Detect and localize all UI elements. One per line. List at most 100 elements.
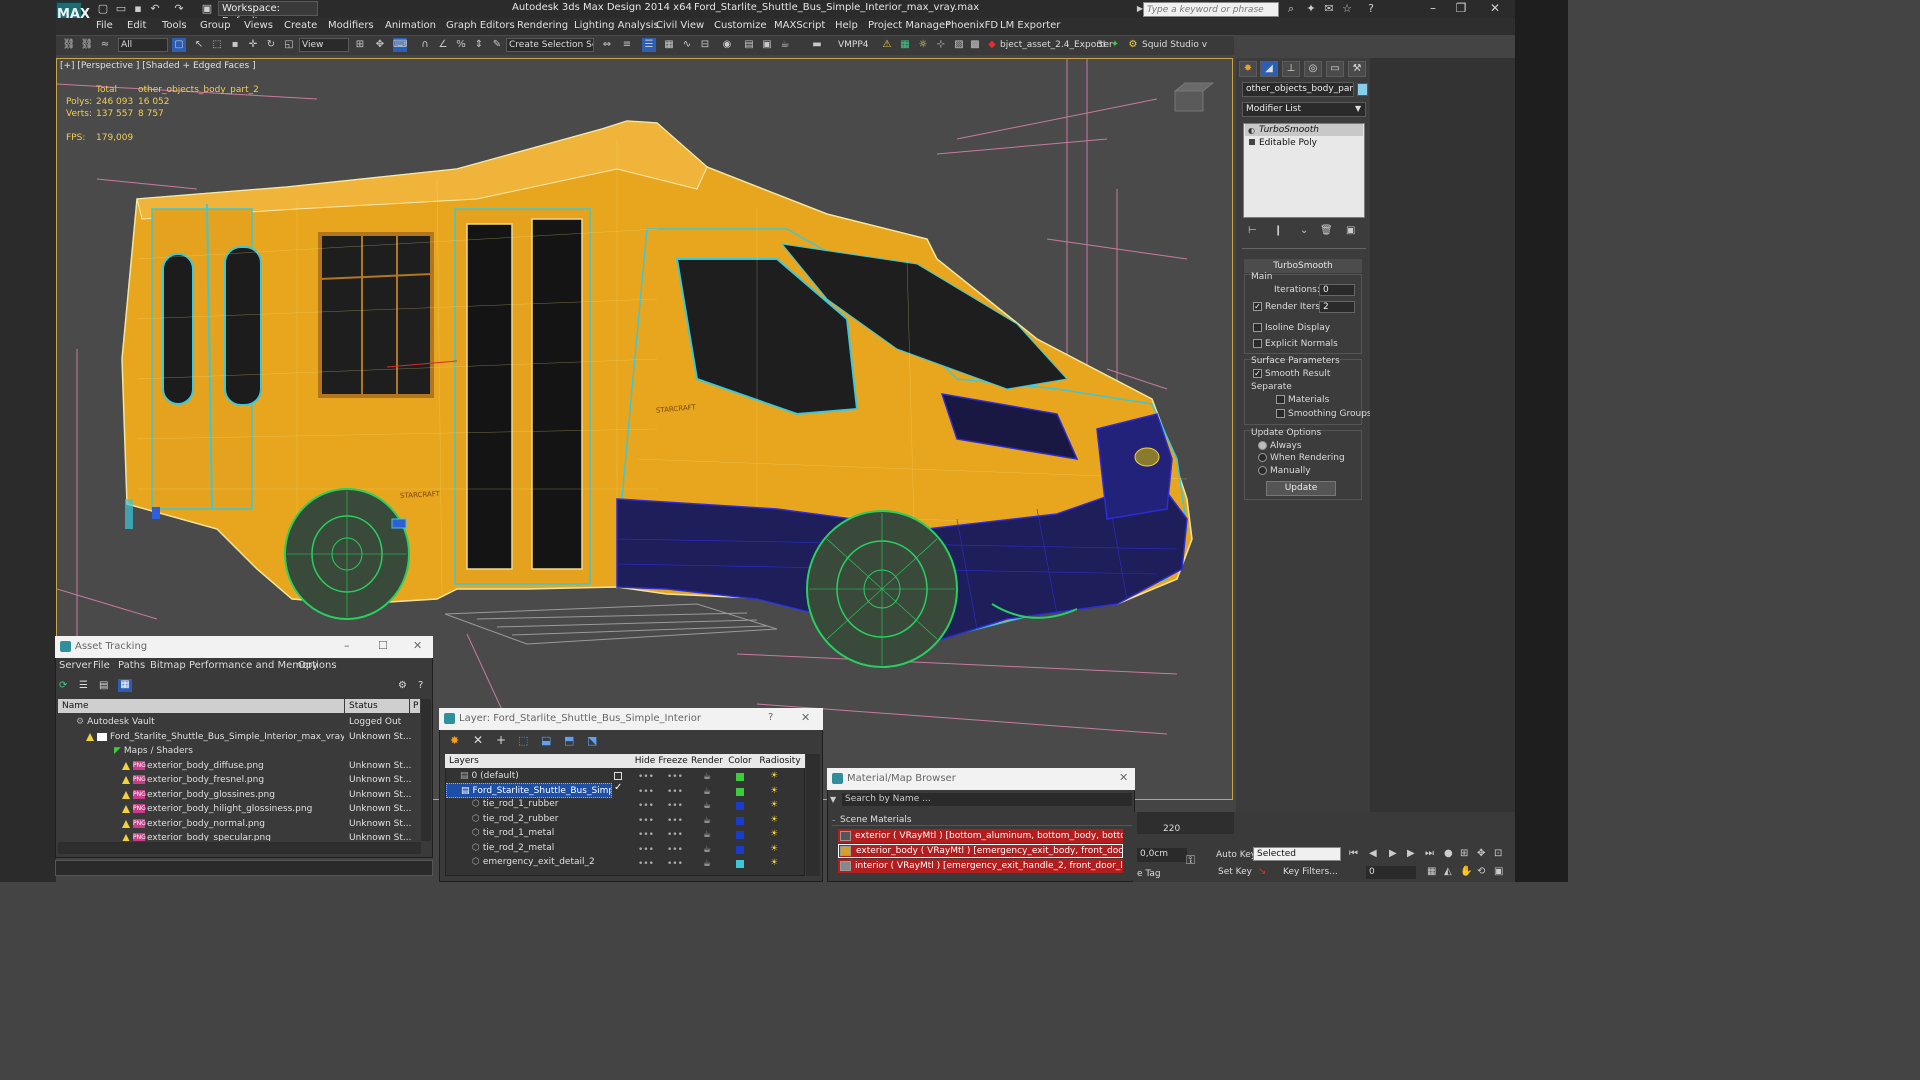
vray-icon[interactable]: ▬ [810, 38, 824, 52]
warning-icon[interactable]: ⚠ [880, 38, 894, 52]
save-icon[interactable]: ▪ [131, 2, 145, 15]
project-folder-icon[interactable]: ▣ [200, 2, 214, 15]
asset-close-icon[interactable]: ✕ [413, 639, 422, 652]
fov-icon[interactable]: ◭ [1444, 866, 1452, 877]
active-layer-icon[interactable] [614, 772, 622, 780]
render-teapot-icon[interactable]: ☕ [703, 830, 711, 840]
unlink-icon[interactable]: ⛓ [80, 38, 94, 52]
hide-toggle[interactable]: ••• [638, 772, 654, 782]
iterations-spinner[interactable]: 0 [1319, 284, 1355, 296]
radiosity-column-header[interactable]: Radiosity [755, 754, 805, 768]
search-input[interactable]: Type a keyword or phrase [1143, 2, 1279, 17]
help-icon[interactable]: ? [1364, 2, 1378, 15]
delete-layer-icon[interactable]: ✕ [473, 733, 483, 747]
render-icon[interactable]: ▨ [952, 38, 966, 52]
layer-color-swatch[interactable] [736, 846, 744, 854]
asset-row[interactable]: Ford_Starlite_Shuttle_Bus_Simple_Interio… [58, 730, 344, 745]
layer-close-icon[interactable]: ✕ [801, 711, 810, 724]
menu-modifiers[interactable]: Modifiers [328, 20, 374, 34]
column-p-header[interactable]: P [410, 699, 420, 713]
render-teapot-icon[interactable]: ☕ [703, 845, 711, 855]
rotate-icon[interactable]: ↻ [264, 38, 278, 52]
walk-icon[interactable]: ✋ [1460, 866, 1472, 877]
mirror-icon[interactable]: ⇔ [600, 38, 614, 52]
undo-icon[interactable]: ↶ [148, 2, 162, 15]
menu-views[interactable]: Views [244, 20, 273, 34]
radiosity-icon[interactable]: ☀ [770, 800, 778, 810]
menu-project-manager[interactable]: Project Manager [868, 20, 949, 34]
column-status-header[interactable]: Status [345, 699, 409, 713]
asset-menu-file[interactable]: File [93, 660, 110, 671]
add-time-tag[interactable]: e Tag [1137, 869, 1161, 879]
freeze-toggle[interactable]: ••• [667, 787, 683, 797]
binoculars-icon[interactable]: ⌕ [1284, 2, 1298, 15]
min-max-icon[interactable]: ▣ [1494, 866, 1503, 877]
asset-row[interactable]: PNGexterior_body_fresnel.png [58, 773, 344, 788]
snaps-toggle-icon[interactable]: ∩ [418, 38, 432, 52]
redo-icon[interactable]: ↷ [172, 2, 186, 15]
column-name-header[interactable]: Name [58, 699, 344, 713]
asset-row[interactable]: PNGexterior_body_specular.png [58, 831, 344, 841]
menu-edit[interactable]: Edit [127, 20, 146, 34]
modify-tab-icon[interactable]: ◢ [1260, 61, 1278, 77]
window-crossing-icon[interactable]: ▪ [228, 38, 242, 52]
expand-icon[interactable] [1249, 139, 1255, 145]
asset-menu-server[interactable]: Server [59, 660, 92, 671]
freeze-toggle[interactable]: ••• [667, 859, 683, 869]
manually-radio[interactable] [1258, 466, 1267, 475]
menu-animation[interactable]: Animation [385, 20, 436, 34]
layer-row[interactable]: ⬡ tie_rod_2_metal [446, 841, 631, 856]
freeze-toggle[interactable]: ••• [667, 772, 683, 782]
freeze-all-icon[interactable]: ⬔ [587, 734, 597, 747]
asset-tracking-title[interactable]: Asset Tracking [55, 636, 433, 658]
asset-minimize-icon[interactable]: – [344, 639, 350, 652]
render-teapot-icon[interactable]: ☕ [703, 772, 711, 782]
configure-sets-icon[interactable]: ▣ [1346, 225, 1355, 236]
menu-group[interactable]: Group [200, 20, 230, 34]
hide-toggle[interactable]: ••• [638, 830, 654, 840]
menu-file[interactable]: File [96, 20, 113, 34]
link-icon[interactable]: ⛓ [62, 38, 76, 52]
move-icon[interactable]: ✛ [246, 38, 260, 52]
utilities-tab-icon[interactable]: ⚒ [1348, 61, 1366, 77]
asset-maximize-icon[interactable]: ☐ [378, 639, 388, 652]
freeze-toggle[interactable]: ••• [667, 801, 683, 811]
hide-toggle[interactable]: ••• [638, 859, 654, 869]
hide-toggle[interactable]: ••• [638, 801, 654, 811]
create-layer-icon[interactable]: ✸ [450, 734, 459, 747]
display-tab-icon[interactable]: ▭ [1326, 61, 1344, 77]
asset-menu-paths[interactable]: Paths [118, 660, 145, 671]
set-key-mode-icon[interactable]: ↘ [1258, 866, 1266, 877]
layer-color-swatch[interactable] [736, 788, 744, 796]
layer-color-swatch[interactable] [736, 860, 744, 868]
scale-icon[interactable]: ◱ [282, 38, 296, 52]
menu-tools[interactable]: Tools [162, 20, 187, 34]
spinner-snap-icon[interactable]: ⇕ [472, 38, 486, 52]
reference-coordinate-dropdown[interactable]: View [299, 38, 349, 52]
radiosity-icon[interactable]: ☀ [770, 815, 778, 825]
coordinate-field[interactable]: 0,0cm [1137, 848, 1187, 862]
keyboard-shortcut-override-icon[interactable]: ⌨ [393, 38, 407, 52]
explicit-normals-checkbox[interactable] [1253, 339, 1262, 348]
viewport-label[interactable]: [+] [Perspective ] [Shaded + Edged Faces… [60, 61, 256, 71]
zoom-icon[interactable]: ⊞ [1460, 848, 1468, 859]
select-by-name-icon[interactable]: ↖ [192, 38, 206, 52]
favorites-icon[interactable]: ☆ [1340, 2, 1354, 15]
smoothing-groups-checkbox[interactable] [1276, 409, 1285, 418]
menu-civil-view[interactable]: Civil View [656, 20, 704, 34]
goto-start-icon[interactable]: ⏮ [1349, 848, 1358, 859]
modifier-list-arrow-icon[interactable]: ▼ [1355, 104, 1361, 113]
modifier-list-dropdown[interactable]: Modifier List [1242, 102, 1366, 117]
add-to-layer-icon[interactable]: + [496, 733, 506, 747]
motion-tab-icon[interactable]: ◎ [1304, 61, 1322, 77]
light-bulb-icon[interactable]: ☼ [916, 38, 930, 52]
asset-row[interactable]: PNGexterior_body_glossines.png [58, 788, 344, 803]
selected-dropdown[interactable]: Selected [1253, 847, 1341, 861]
render-iters-checkbox[interactable]: ✓ [1253, 302, 1262, 311]
vault-icon[interactable]: ⚙ [398, 680, 407, 691]
auto-key-button[interactable]: Auto Key [1216, 850, 1256, 860]
render-iters-spinner[interactable]: 2 [1319, 301, 1355, 313]
menu-create[interactable]: Create [284, 20, 317, 34]
menu-customize[interactable]: Customize [714, 20, 767, 34]
freeze-toggle[interactable]: ••• [667, 845, 683, 855]
